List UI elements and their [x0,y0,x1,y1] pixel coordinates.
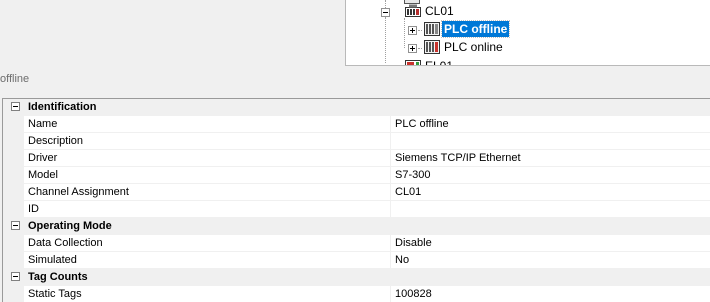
property-row-model[interactable]: Model S7-300 [3,167,710,184]
expand-plc-online-toggle[interactable] [408,44,417,53]
property-grid: Identification Name PLC offline Descript… [2,98,710,302]
tree-item-el01[interactable]: EL01 [425,58,453,65]
collapse-category-icon[interactable] [11,221,20,230]
row-gutter [3,235,24,252]
collapse-category-icon[interactable] [11,102,20,111]
property-value-static-tags: 100828 [391,286,710,302]
property-name: Model [24,167,391,184]
row-gutter [3,201,24,218]
property-row-data-collection[interactable]: Data Collection Disable [3,235,710,252]
collapse-cl01-toggle[interactable] [381,8,390,17]
property-value-simulated[interactable]: No [391,252,710,269]
property-value-id[interactable] [391,201,710,218]
property-value-data-collection[interactable]: Disable [391,235,710,252]
row-gutter [3,184,24,201]
channel-icon [405,4,421,18]
property-row-name[interactable]: Name PLC offline [3,116,710,133]
row-gutter [3,286,24,302]
property-value-name[interactable]: PLC offline [391,116,710,133]
property-name: Channel Assignment [24,184,391,201]
channel-icon [405,60,421,65]
category-operating-mode[interactable]: Operating Mode [3,218,710,235]
row-gutter [3,150,24,167]
tree-item-plc-offline[interactable]: PLC offline [440,20,511,38]
property-name: Static Tags [24,286,391,302]
category-title: Identification [28,101,97,113]
property-row-id[interactable]: ID [3,201,710,218]
tree-item-plc-online[interactable]: PLC online [444,39,503,55]
property-row-description[interactable]: Description [3,133,710,150]
tree-connector [404,18,405,48]
category-tag-counts[interactable]: Tag Counts [3,269,710,286]
plc-device-icon [424,40,440,54]
row-gutter [3,116,24,133]
property-name: Data Collection [24,235,391,252]
category-identification[interactable]: Identification [3,99,710,116]
project-tree: CL01 PLC offline PLC online EL01 [345,0,710,66]
property-value-description[interactable] [391,133,710,150]
property-value-driver[interactable]: Siemens TCP/IP Ethernet [391,150,710,167]
row-gutter [3,167,24,184]
category-title: Tag Counts [28,271,88,283]
property-row-static-tags[interactable]: Static Tags 100828 [3,286,710,302]
property-name: Name [24,116,391,133]
row-gutter [3,252,24,269]
tree-connector [418,30,422,31]
property-name: Simulated [24,252,391,269]
row-gutter [3,133,24,150]
tree-item-cl01[interactable]: CL01 [425,3,454,19]
property-name: ID [24,201,391,218]
property-value-model[interactable]: S7-300 [391,167,710,184]
tree-connector [385,17,386,63]
property-row-driver[interactable]: Driver Siemens TCP/IP Ethernet [3,150,710,167]
property-value-channel-assignment[interactable]: CL01 [391,184,710,201]
property-name: Description [24,133,391,150]
category-title: Operating Mode [28,220,112,232]
tree-connector [418,48,422,49]
selected-object-caption: offline [0,73,30,85]
property-name: Driver [24,150,391,167]
property-row-channel-assignment[interactable]: Channel Assignment CL01 [3,184,710,201]
collapse-category-icon[interactable] [11,272,20,281]
property-row-simulated[interactable]: Simulated No [3,252,710,269]
expand-plc-offline-toggle[interactable] [408,26,417,35]
plc-device-icon [424,22,440,36]
